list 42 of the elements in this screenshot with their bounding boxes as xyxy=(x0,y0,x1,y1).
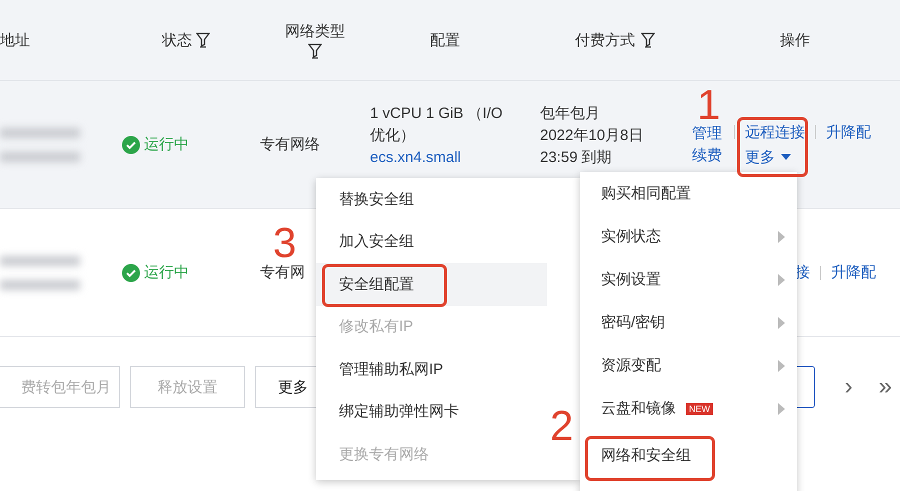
check-icon xyxy=(122,264,140,282)
action-link[interactable]: 升降配 xyxy=(831,263,876,282)
new-badge: NEW xyxy=(686,402,713,414)
status-text: 运行中 xyxy=(144,263,189,282)
column-header: 地址 xyxy=(0,30,30,50)
caret-icon xyxy=(781,154,791,160)
menu-item[interactable]: 网络和安全组 xyxy=(601,446,691,464)
network-type: 专有网 xyxy=(260,263,305,282)
menu-item[interactable]: 实例状态 xyxy=(601,227,661,246)
highlight-frame xyxy=(737,117,808,177)
menu-item[interactable]: 密码/密钥 xyxy=(601,313,666,332)
check-icon xyxy=(122,136,140,154)
column-header: 操作 xyxy=(780,30,810,50)
step-number: 3 xyxy=(273,222,296,264)
more-dropdown[interactable]: 更多 xyxy=(745,148,791,166)
pagination-button[interactable]: » xyxy=(870,373,900,401)
filter-icon[interactable] xyxy=(196,32,210,48)
billing-text: 包年包月 xyxy=(540,104,600,124)
network-type: 专有网络 xyxy=(260,135,320,154)
menu-item[interactable]: 加入安全组 xyxy=(316,220,547,263)
step-number: 2 xyxy=(550,405,574,447)
menu-item[interactable]: 资源变配 xyxy=(601,356,661,375)
status-text: 运行中 xyxy=(144,135,189,154)
menu-item[interactable]: 替换安全组 xyxy=(316,178,547,220)
action-link[interactable]: 远程连接 xyxy=(745,122,805,142)
action-link[interactable]: 升降配 xyxy=(826,122,871,142)
filter-icon[interactable] xyxy=(308,42,322,58)
billing-text: 2022年10月8日 xyxy=(540,126,644,146)
pagination-button[interactable]: › xyxy=(836,373,861,401)
column-header: 配置 xyxy=(430,30,460,50)
instance-type-link[interactable]: ecs.xn4.small xyxy=(370,146,461,168)
column-header: 网络类型 xyxy=(285,22,345,40)
menu-item[interactable]: 实例设置 xyxy=(601,270,661,289)
menu-item[interactable]: 购买相同配置 xyxy=(601,184,691,203)
column-header: 状态 xyxy=(162,30,192,50)
config-text: 1 vCPU 1 GiB （I/O 优化） xyxy=(370,104,504,146)
menu-item[interactable]: 安全组配置 xyxy=(316,263,547,306)
filter-icon[interactable] xyxy=(641,32,655,48)
column-header: 付费方式 xyxy=(575,30,635,50)
menu-item[interactable]: 云盘和镜像 xyxy=(601,399,676,418)
action-link[interactable]: 接 xyxy=(795,263,810,282)
billing-text: 23:59 到期 xyxy=(540,148,612,168)
